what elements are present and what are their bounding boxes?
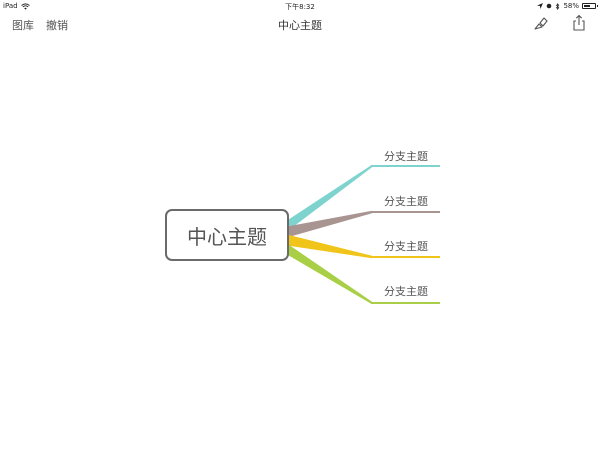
branch-topic-2[interactable]: 分支主题	[371, 193, 441, 209]
branch-topic-3[interactable]: 分支主题	[371, 238, 441, 254]
branch-connector-4	[287, 243, 372, 305]
mindmap-canvas	[287, 164, 440, 305]
branch-topic-1[interactable]: 分支主题	[371, 148, 441, 164]
branch-topic-4[interactable]: 分支主题	[371, 283, 441, 299]
central-topic[interactable]: 中心主题	[165, 209, 289, 261]
screen: iPad 下午8:32 58% 图库 撤销 中心主题 中心主题 分支主题 分支主…	[0, 0, 600, 450]
